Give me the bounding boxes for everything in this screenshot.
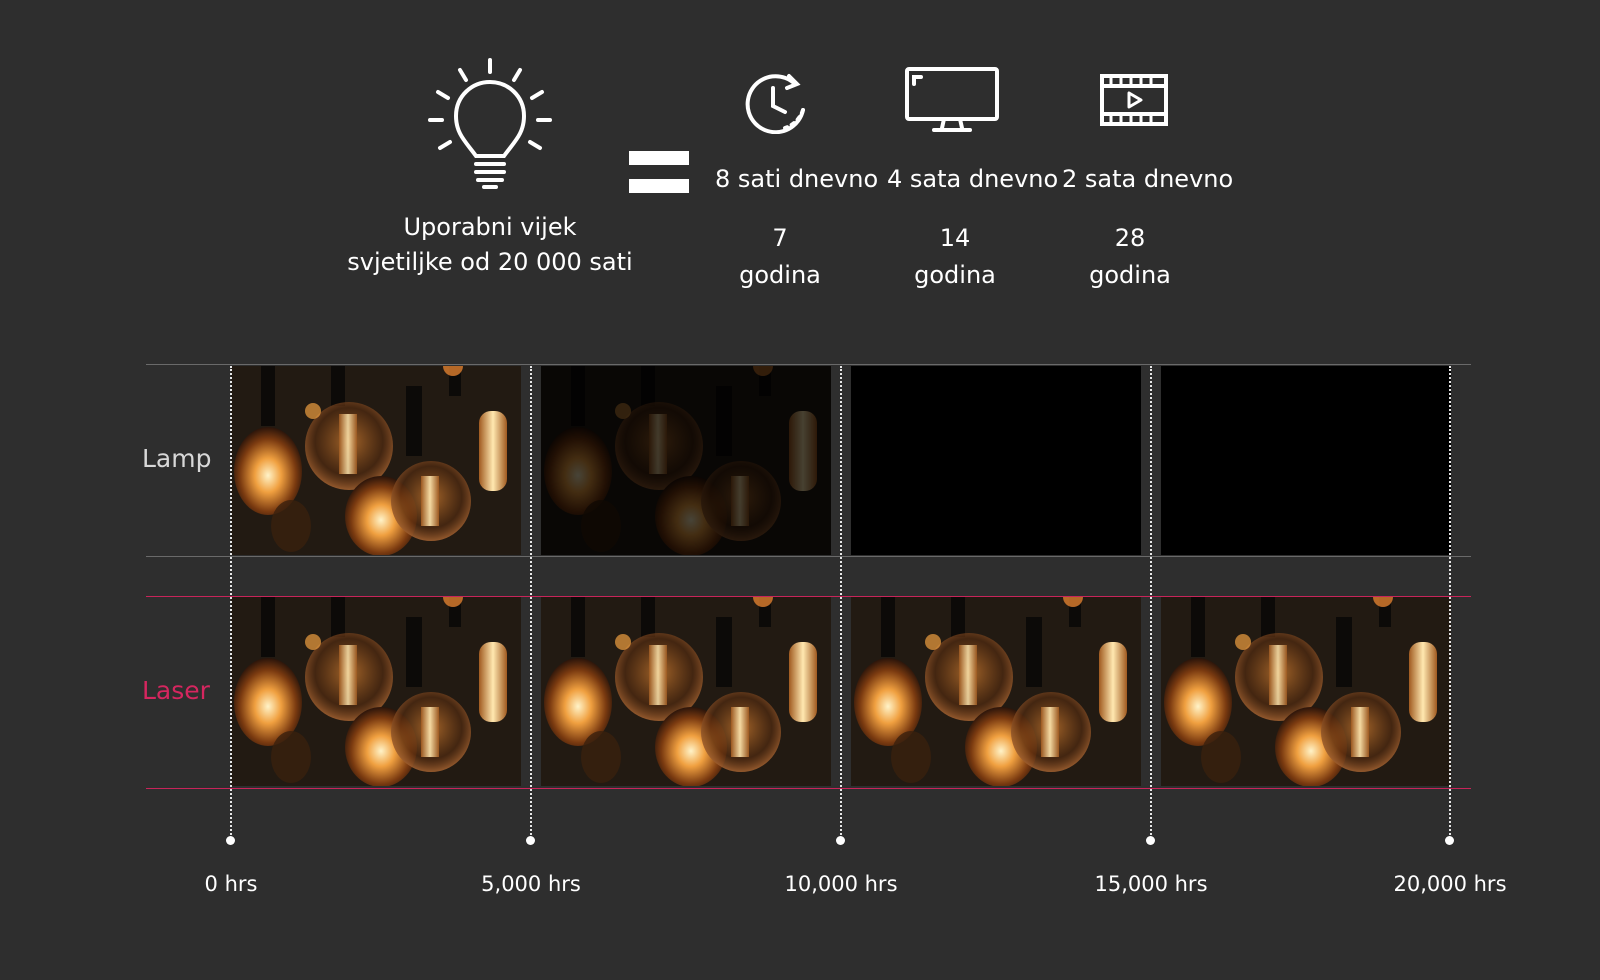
lamp-row-label: Lamp (142, 444, 212, 473)
film-icon (1100, 74, 1168, 126)
usage-label-8h: 8 sati dnevno (715, 165, 879, 193)
timeline-dot (1146, 836, 1155, 845)
laser-row-bottom-border (146, 788, 1471, 789)
lamp-row-top-border (146, 364, 1471, 365)
years-word: godina (739, 261, 821, 289)
tick-label-20000: 20,000 hrs (1393, 872, 1507, 896)
years-word: godina (1089, 261, 1171, 289)
timeline-dot (836, 836, 845, 845)
years-value-8h: 7 godina (700, 220, 860, 294)
timeline-guide-10000 (840, 366, 842, 842)
light-bulb-icon (428, 58, 552, 189)
timeline-dot (526, 836, 535, 845)
years-word: godina (914, 261, 996, 289)
lamp-cell-dim (541, 366, 831, 555)
years-number: 14 (939, 224, 971, 252)
years-value-2h: 28 godina (1050, 220, 1210, 294)
tick-label-15000: 15,000 hrs (1094, 872, 1208, 896)
timeline-dot (1445, 836, 1454, 845)
lamp-row-bottom-border (146, 556, 1471, 557)
lamp-cell-bright (231, 366, 521, 555)
usage-label-2h: 2 sata dnevno (1062, 165, 1234, 193)
timeline-guide-15000 (1150, 366, 1152, 842)
tick-label-10000: 10,000 hrs (784, 872, 898, 896)
years-number: 28 (1114, 224, 1146, 252)
tick-label-0: 0 hrs (204, 872, 258, 896)
laser-cell-bright (231, 597, 521, 786)
clock-icon (745, 74, 805, 134)
laser-cell-bright (541, 597, 831, 786)
usage-label-4h: 4 sata dnevno (887, 165, 1059, 193)
timeline-dot (226, 836, 235, 845)
years-value-4h: 14 godina (875, 220, 1035, 294)
timeline-guide-0 (230, 366, 232, 842)
lamp-cell-off (1161, 366, 1451, 555)
years-number: 7 (772, 224, 788, 252)
timeline-guide-20000 (1449, 366, 1451, 842)
lamp-cell-off (851, 366, 1141, 555)
lifetime-caption: Uporabni vijek svjetiljke od 20 000 sati (330, 210, 650, 280)
lifetime-caption-line2: svjetiljke od 20 000 sati (347, 248, 633, 276)
timeline-guide-5000 (530, 366, 532, 842)
laser-row-label: Laser (142, 676, 210, 705)
lifetime-caption-line1: Uporabni vijek (403, 213, 577, 241)
tick-label-5000: 5,000 hrs (481, 872, 581, 896)
laser-cell-bright (851, 597, 1141, 786)
equals-icon (629, 151, 689, 195)
monitor-icon (905, 67, 999, 132)
laser-cell-bright (1161, 597, 1451, 786)
